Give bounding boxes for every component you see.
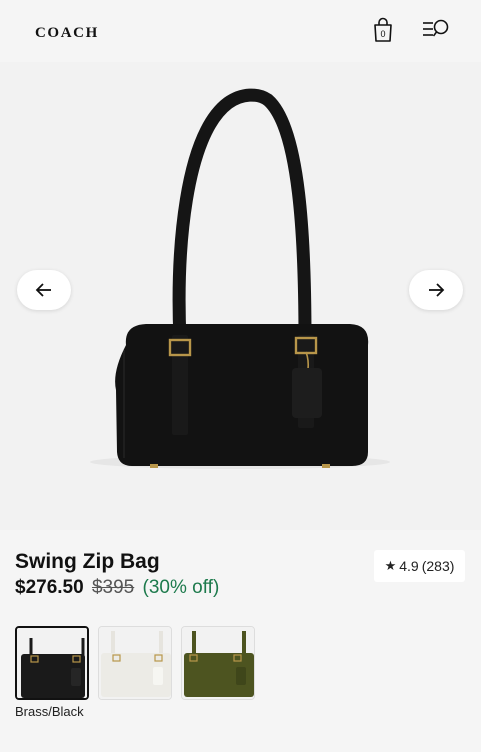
arrow-right-icon (429, 283, 445, 297)
previous-image-button[interactable] (17, 270, 71, 310)
shopping-bag-icon[interactable]: 0 (372, 17, 394, 43)
cart-count: 0 (380, 29, 385, 39)
discount-label: (30% off) (142, 577, 220, 598)
arrow-left-icon (35, 283, 51, 297)
product-image-carousel[interactable] (0, 62, 481, 530)
site-header: COACH 0 (0, 0, 481, 62)
color-swatch-olive[interactable] (181, 626, 255, 700)
color-swatch-brass-black[interactable] (15, 626, 89, 700)
rating-badge[interactable]: ★ 4.9 (283) (374, 550, 465, 582)
product-title: Swing Zip Bag (15, 550, 160, 573)
selected-color-label: Brass/Black (15, 704, 84, 719)
original-price: $395 (91, 577, 135, 598)
rating-count: (283) (421, 558, 455, 574)
brand-logo[interactable]: COACH (35, 25, 99, 42)
next-image-button[interactable] (409, 270, 463, 310)
star-icon: ★ (384, 558, 397, 573)
price-line: $276.50 $395 (30% off) (15, 577, 219, 599)
sale-price: $276.50 (15, 577, 84, 598)
rating-value: 4.9 (399, 558, 419, 574)
menu-search-icon[interactable] (422, 18, 452, 40)
product-image (90, 88, 390, 469)
color-swatch-chalk[interactable] (98, 626, 172, 700)
